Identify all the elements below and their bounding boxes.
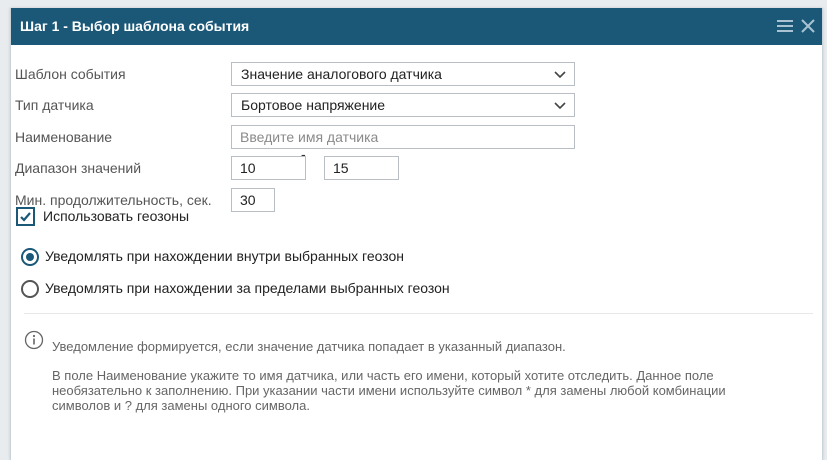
sensor-type-select-value: Бортовое напряжение xyxy=(241,97,386,113)
dialog-title: Шаг 1 - Выбор шаблона события xyxy=(20,18,250,34)
section-divider xyxy=(24,313,813,314)
close-icon[interactable] xyxy=(797,15,819,37)
range-label: Диапазон значений xyxy=(15,160,142,176)
template-label: Шаблон события xyxy=(15,66,126,82)
info-icon xyxy=(24,330,44,350)
sensor-name-input[interactable] xyxy=(231,125,575,149)
sensor-type-select[interactable]: Бортовое напряжение xyxy=(231,93,575,117)
duration-input[interactable] xyxy=(231,188,275,212)
range-separator: - xyxy=(301,146,306,162)
name-label: Наименование xyxy=(15,129,113,145)
range-from-input[interactable] xyxy=(231,156,306,180)
radio-inside-label[interactable]: Уведомлять при нахождении внутри выбранн… xyxy=(45,248,404,264)
template-select[interactable]: Значение аналогового датчика xyxy=(231,62,575,86)
radio-outside-label[interactable]: Уведомлять при нахождении за пределами в… xyxy=(45,280,450,296)
radio-inside-geozones[interactable] xyxy=(21,248,39,266)
range-to-input[interactable] xyxy=(324,156,399,180)
hamburger-menu-icon[interactable] xyxy=(774,15,796,37)
dialog-header: Шаг 1 - Выбор шаблона события xyxy=(11,8,822,45)
duration-label: Мин. продолжительность, сек. xyxy=(15,192,212,208)
sensor-type-label: Тип датчика xyxy=(15,97,94,113)
info-paragraph: В поле Наименование укажите то имя датчи… xyxy=(52,368,726,413)
checkmark-icon xyxy=(20,212,31,222)
info-line: Уведомление формируется, если значение д… xyxy=(52,339,566,354)
use-geozones-label[interactable]: Использовать геозоны xyxy=(43,208,189,224)
chevron-down-icon xyxy=(554,102,566,110)
use-geozones-checkbox[interactable] xyxy=(16,207,35,226)
radio-outside-geozones[interactable] xyxy=(21,280,39,298)
template-select-value: Значение аналогового датчика xyxy=(241,66,442,82)
chevron-down-icon xyxy=(554,71,566,79)
